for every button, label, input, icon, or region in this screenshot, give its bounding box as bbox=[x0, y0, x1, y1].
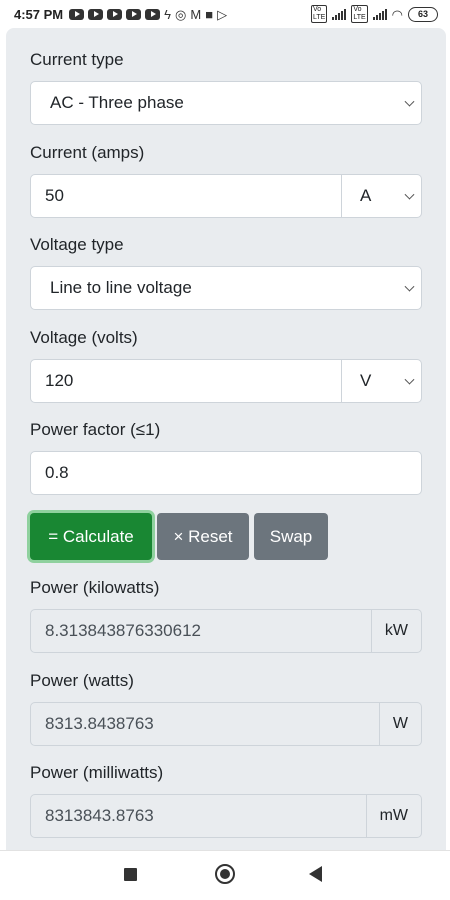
calculate-button[interactable]: = Calculate bbox=[30, 513, 152, 560]
youtube-icon bbox=[69, 8, 85, 20]
system-icons: Vo LTE Vo LTE ◠ 63 bbox=[311, 5, 438, 23]
back-icon[interactable] bbox=[309, 866, 322, 882]
current-unit-value: A bbox=[360, 186, 372, 205]
volte-icon: Vo LTE bbox=[351, 5, 368, 23]
youtube-icon bbox=[145, 8, 161, 20]
current-input-group: 50 A bbox=[30, 174, 422, 218]
status-time: 4:57 PM bbox=[14, 6, 64, 22]
power-factor-value: 0.8 bbox=[45, 463, 69, 482]
chevron-down-icon bbox=[404, 374, 415, 385]
kilowatts-value: 8.313843876330612 bbox=[45, 621, 201, 640]
milliwatts-output-group: 8313843.8763 mW bbox=[30, 794, 422, 838]
voltage-type-value: Line to line voltage bbox=[50, 278, 192, 297]
current-type-value: AC - Three phase bbox=[50, 93, 184, 112]
chevron-down-icon bbox=[404, 96, 415, 107]
volte-icon: Vo LTE bbox=[311, 5, 328, 23]
current-label: Current (amps) bbox=[30, 143, 145, 162]
recents-icon[interactable] bbox=[124, 868, 137, 881]
voltage-unit-select[interactable]: V bbox=[342, 359, 422, 403]
kilowatts-label: Power (kilowatts) bbox=[30, 578, 160, 597]
navigation-bar bbox=[0, 850, 450, 900]
current-type-label: Current type bbox=[30, 50, 124, 69]
kilowatts-unit: kW bbox=[371, 609, 422, 653]
milliwatts-value: 8313843.8763 bbox=[45, 806, 154, 825]
reset-button[interactable]: × Reset bbox=[157, 513, 249, 560]
voltage-input[interactable]: 120 bbox=[30, 359, 342, 403]
watts-unit: W bbox=[379, 702, 422, 746]
watts-output[interactable]: 8313.8438763 bbox=[30, 702, 380, 746]
youtube-icon bbox=[88, 8, 104, 20]
chevron-down-icon bbox=[404, 281, 415, 292]
watts-output-group: 8313.8438763 W bbox=[30, 702, 422, 746]
zap-icon: ϟ bbox=[164, 6, 172, 22]
youtube-icon bbox=[126, 8, 142, 20]
current-input[interactable]: 50 bbox=[30, 174, 342, 218]
signal-icon bbox=[332, 8, 347, 20]
puzzle-icon: ■ bbox=[205, 6, 214, 22]
instagram-icon: ◎ bbox=[175, 6, 187, 22]
current-unit-select[interactable]: A bbox=[342, 174, 422, 218]
watts-label: Power (watts) bbox=[30, 671, 134, 690]
voltage-type-select[interactable]: Line to line voltage bbox=[30, 266, 422, 310]
play-store-icon: ▷ bbox=[217, 6, 228, 22]
voltage-label: Voltage (volts) bbox=[30, 328, 138, 347]
gmail-icon: M bbox=[190, 6, 202, 22]
calculator-card: Current type AC - Three phase Current (a… bbox=[6, 28, 446, 850]
milliwatts-label: Power (milliwatts) bbox=[30, 763, 164, 782]
signal-icon bbox=[372, 8, 387, 20]
watts-value: 8313.8438763 bbox=[45, 714, 154, 733]
voltage-type-label: Voltage type bbox=[30, 235, 124, 254]
current-value: 50 bbox=[45, 186, 64, 205]
voltage-input-group: 120 V bbox=[30, 359, 422, 403]
home-icon[interactable] bbox=[215, 864, 235, 884]
wifi-icon: ◠ bbox=[391, 6, 403, 22]
power-factor-label: Power factor (≤1) bbox=[30, 420, 161, 439]
chevron-down-icon bbox=[404, 189, 415, 200]
power-factor-input[interactable]: 0.8 bbox=[30, 451, 422, 495]
milliwatts-unit: mW bbox=[366, 794, 422, 838]
status-bar: 4:57 PM ϟ ◎ M ■ ▷ Vo LTE Vo LTE ◠ 63 bbox=[0, 0, 450, 28]
milliwatts-output[interactable]: 8313843.8763 bbox=[30, 794, 367, 838]
voltage-value: 120 bbox=[45, 371, 74, 390]
battery-icon: 63 bbox=[408, 6, 438, 22]
kilowatts-output[interactable]: 8.313843876330612 bbox=[30, 609, 372, 653]
notification-icons: ϟ ◎ M ■ ▷ bbox=[69, 8, 227, 21]
youtube-icon bbox=[107, 8, 123, 20]
current-type-select[interactable]: AC - Three phase bbox=[30, 81, 422, 125]
voltage-unit-value: V bbox=[360, 371, 372, 390]
kilowatts-output-group: 8.313843876330612 kW bbox=[30, 609, 422, 653]
swap-button[interactable]: Swap bbox=[254, 513, 328, 560]
